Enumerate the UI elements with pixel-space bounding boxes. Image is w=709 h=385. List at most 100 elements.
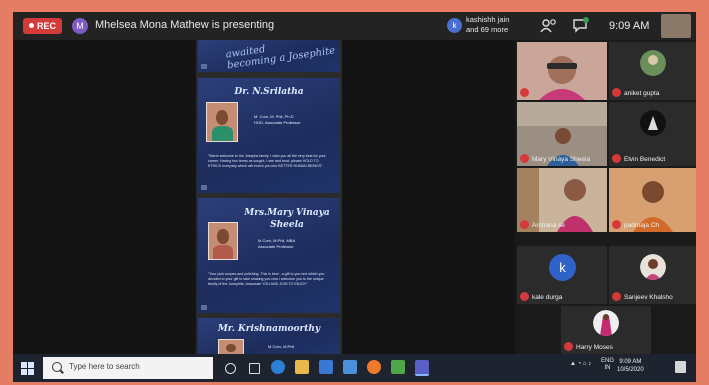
lang-code: ENG bbox=[601, 358, 615, 364]
slide-thumbnail-strip[interactable]: awaited becoming a Josephite Dr. N.Srila… bbox=[196, 40, 342, 361]
avatar bbox=[639, 50, 666, 76]
participant-name: Harry Moses bbox=[576, 344, 613, 351]
mic-muted-icon bbox=[520, 220, 529, 229]
slide-number-marker bbox=[201, 305, 207, 310]
firefox-icon[interactable] bbox=[367, 360, 381, 374]
avatar bbox=[639, 254, 666, 280]
host-name: kashishh jain bbox=[466, 15, 510, 24]
slide-title: Mr. Krishnamoorthy bbox=[217, 324, 321, 334]
slide-thumbnail[interactable]: Mr. Krishnamoorthy M.Com, M.Phil bbox=[198, 318, 340, 361]
mic-muted-icon bbox=[520, 292, 529, 301]
photo-face bbox=[216, 109, 228, 126]
participant-name: padmaja Ch bbox=[624, 222, 660, 229]
self-view-thumbnail[interactable] bbox=[661, 14, 691, 38]
mic-muted-icon bbox=[612, 220, 621, 229]
faculty-degree: M. Com, M. Phil, Ph.D bbox=[254, 114, 294, 119]
participant-tile[interactable]: Sanjeev Khalsho bbox=[609, 246, 696, 304]
faculty-info: M. Com, M. Phil, Ph.D HOD, Associate Pro… bbox=[254, 114, 300, 125]
participant-tile[interactable]: Archana se bbox=[517, 168, 607, 232]
faculty-photo bbox=[208, 222, 238, 260]
network-icon[interactable]: ▲ ◔ ⌂ ♪ bbox=[570, 361, 591, 367]
recording-label: REC bbox=[37, 21, 57, 31]
chat-icon[interactable] bbox=[572, 17, 590, 35]
mic-muted-icon bbox=[564, 342, 573, 351]
participant-name: aniket gupta bbox=[624, 90, 660, 97]
meeting-top-bar: REC M Mhelsea Mona Mathew is presenting … bbox=[13, 12, 696, 40]
presenting-status: Mhelsea Mona Mathew is presenting bbox=[95, 19, 275, 31]
participant-tile[interactable]: aniket gupta bbox=[609, 42, 696, 100]
mic-muted-icon bbox=[520, 88, 529, 97]
slide-thumbnail[interactable]: Dr. N.Srilatha M. Com, M. Phil, Ph.D HOD… bbox=[198, 78, 340, 193]
faculty-role: HOD, Associate Professor bbox=[254, 119, 301, 125]
participants-icon[interactable] bbox=[540, 17, 558, 35]
task-view-icon[interactable] bbox=[249, 363, 260, 374]
taskbar-clock[interactable]: 9:09 AM 10/5/2020 bbox=[617, 358, 644, 374]
shared-screen: awaited becoming a Josephite Dr. N.Srila… bbox=[13, 40, 515, 361]
more-count: and 69 more bbox=[466, 25, 509, 34]
cortana-icon[interactable] bbox=[225, 363, 236, 374]
participant-tile[interactable]: k kale durga bbox=[517, 246, 607, 304]
mail-icon[interactable] bbox=[343, 360, 357, 374]
slide-thumbnail[interactable]: Mrs.Mary Vinaya Sheela M.Com, M.Phil, MB… bbox=[198, 198, 340, 313]
photo-body bbox=[211, 125, 233, 141]
record-dot-icon bbox=[29, 23, 34, 28]
slide-quote: "Warm welcome to the Josephs family. I w… bbox=[208, 154, 326, 168]
participant-tile[interactable]: Elvin Benedict bbox=[609, 102, 696, 166]
region-code: IN bbox=[604, 365, 611, 371]
clock-time: 9:09 AM bbox=[619, 359, 642, 365]
teams-meeting-window: REC M Mhelsea Mona Mathew is presenting … bbox=[13, 12, 696, 382]
clock-date: 10/5/2020 bbox=[617, 367, 644, 373]
faculty-info: M.Com, M.Phil bbox=[268, 344, 294, 350]
slide-title: Dr. N.Srilatha bbox=[234, 87, 304, 97]
windows-start-icon[interactable] bbox=[21, 362, 34, 375]
slide-title: Mrs.Mary Vinaya Sheela bbox=[244, 208, 330, 230]
participant-name: Elvin Benedict bbox=[624, 156, 666, 163]
recording-indicator: REC bbox=[23, 18, 63, 34]
avatar bbox=[639, 110, 666, 136]
mic-muted-icon bbox=[612, 88, 621, 97]
avatar bbox=[593, 310, 619, 336]
participant-name: kale durga bbox=[532, 294, 563, 301]
mic-muted-icon bbox=[612, 154, 621, 163]
participant-name: Archana se bbox=[532, 222, 565, 229]
avatar: k bbox=[549, 254, 576, 281]
faculty-role: Associate Professor bbox=[258, 243, 294, 249]
participant-tile[interactable]: Mary Vinaya Sheela bbox=[517, 102, 607, 166]
green-app-icon[interactable] bbox=[391, 360, 405, 374]
slide-quote: "Your pick scopes and polishing. This is… bbox=[208, 272, 325, 286]
faculty-degree: M.Com, M.Phil, MBA bbox=[258, 238, 296, 243]
slide-number-marker bbox=[201, 185, 207, 190]
participant-video bbox=[517, 42, 607, 100]
attendee-summary[interactable]: kashishh jain and 69 more bbox=[466, 15, 509, 35]
participant-tile[interactable]: padmaja Ch bbox=[609, 168, 696, 232]
store-icon[interactable] bbox=[319, 360, 333, 374]
edge-icon[interactable] bbox=[271, 360, 285, 374]
language-indicator[interactable]: ENG IN bbox=[601, 358, 614, 372]
photo-face bbox=[217, 229, 229, 244]
notification-icon[interactable] bbox=[675, 361, 686, 373]
slide-thumbnail[interactable]: awaited becoming a Josephite bbox=[198, 40, 340, 72]
file-explorer-icon[interactable] bbox=[295, 360, 309, 374]
participant-tile[interactable]: Harry Moses bbox=[561, 306, 651, 354]
presenter-avatar: M bbox=[72, 18, 88, 34]
mic-muted-icon bbox=[612, 292, 621, 301]
faculty-degree: M.Com, M.Phil bbox=[268, 344, 295, 349]
photo-body bbox=[213, 244, 233, 259]
faculty-info: M.Com, M.Phil, MBA Associate Professor bbox=[258, 238, 295, 249]
slide-script-text: awaited becoming a Josephite bbox=[225, 35, 336, 71]
windows-taskbar: Type here to search ▲ ◔ ⌂ ♪ ENG IN 9:09 A… bbox=[13, 354, 696, 382]
search-placeholder: Type here to search bbox=[69, 362, 140, 371]
search-icon bbox=[52, 362, 62, 372]
participant-name: Mary Vinaya Sheela bbox=[532, 156, 591, 163]
taskbar-search-box[interactable]: Type here to search bbox=[43, 357, 213, 379]
participants-gallery: aniket gupta Mary Vinaya Sheela Elvin Be… bbox=[515, 40, 696, 354]
meeting-clock: 9:09 AM bbox=[609, 20, 650, 32]
mic-muted-icon bbox=[520, 154, 529, 163]
teams-icon[interactable] bbox=[415, 360, 429, 376]
slide-number-marker bbox=[201, 64, 207, 69]
host-avatar[interactable]: k bbox=[447, 18, 462, 33]
participant-name: Sanjeev Khalsho bbox=[624, 294, 673, 301]
photo-face bbox=[226, 343, 236, 352]
participant-tile[interactable] bbox=[517, 42, 607, 100]
faculty-photo bbox=[206, 102, 238, 142]
